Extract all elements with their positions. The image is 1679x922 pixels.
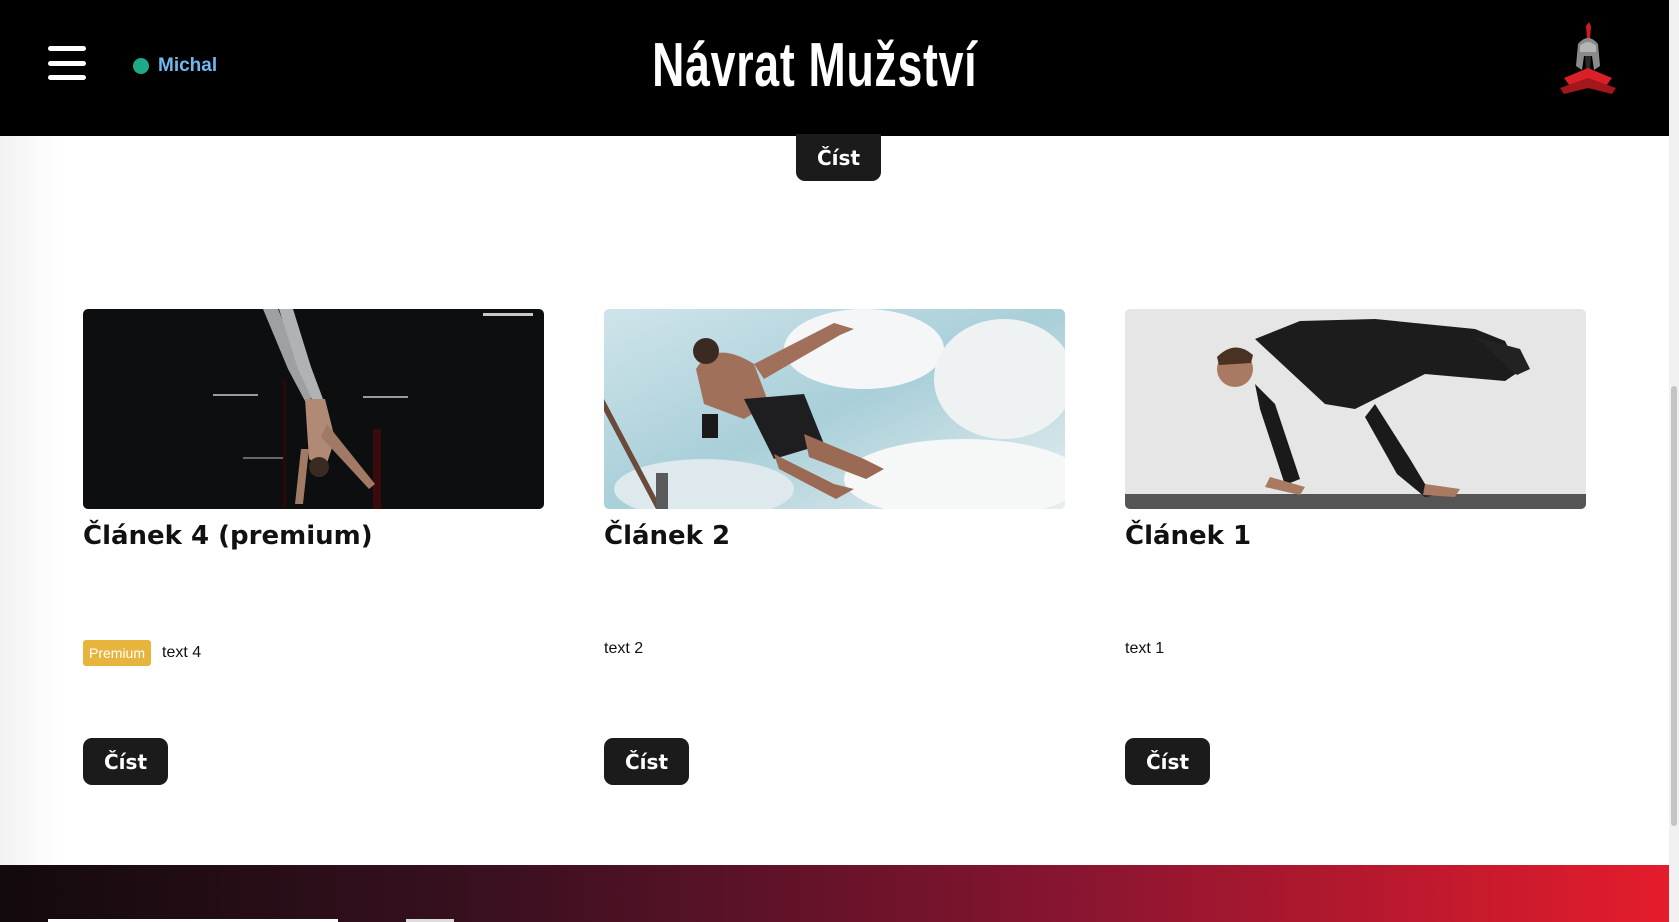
left-shadow — [0, 136, 60, 866]
article-meta: text 2 — [604, 640, 643, 658]
article-text: text 2 — [604, 640, 644, 657]
user-name[interactable]: Michal — [158, 55, 217, 77]
article-image[interactable] — [1125, 309, 1586, 509]
premium-badge: Premium — [83, 640, 152, 666]
article-text: text 4 — [162, 644, 202, 661]
article-meta: Premium text 4 — [83, 640, 201, 666]
article-title[interactable]: Článek 2 — [604, 521, 730, 551]
scrollbar-thumb[interactable] — [1671, 386, 1677, 826]
article-card: Článek 2 text 2 Číst — [604, 309, 1065, 785]
menu-bar — [48, 60, 86, 66]
spartan-helmet-logo[interactable] — [1556, 22, 1620, 96]
read-button[interactable]: Číst — [604, 738, 689, 785]
read-button[interactable]: Číst — [83, 738, 168, 785]
article-image[interactable] — [604, 309, 1065, 509]
menu-bar — [48, 46, 86, 51]
article-text: text 1 — [1125, 640, 1165, 657]
read-button[interactable]: Číst — [796, 134, 881, 181]
article-title[interactable]: Článek 4 (premium) — [83, 521, 373, 551]
article-card: Článek 4 (premium) Premium text 4 Číst — [83, 309, 544, 785]
menu-bar — [48, 75, 86, 80]
site-footer — [0, 865, 1669, 922]
article-card: Článek 1 text 1 Číst — [1125, 309, 1586, 785]
article-title[interactable]: Článek 1 — [1125, 521, 1251, 551]
article-image[interactable] — [83, 309, 544, 509]
site-title[interactable]: Návrat Mužství — [228, 30, 1402, 101]
site-header: Michal Návrat Mužství — [0, 0, 1669, 136]
article-meta: text 1 — [1125, 640, 1164, 658]
read-button[interactable]: Číst — [1125, 738, 1210, 785]
online-status-icon — [133, 58, 149, 74]
page-viewport: Michal Návrat Mužství Číst Článek 4 (pre… — [0, 0, 1669, 922]
user-indicator[interactable]: Michal — [133, 55, 217, 77]
vertical-scrollbar[interactable] — [1669, 0, 1679, 922]
hamburger-menu-icon[interactable] — [48, 46, 86, 80]
